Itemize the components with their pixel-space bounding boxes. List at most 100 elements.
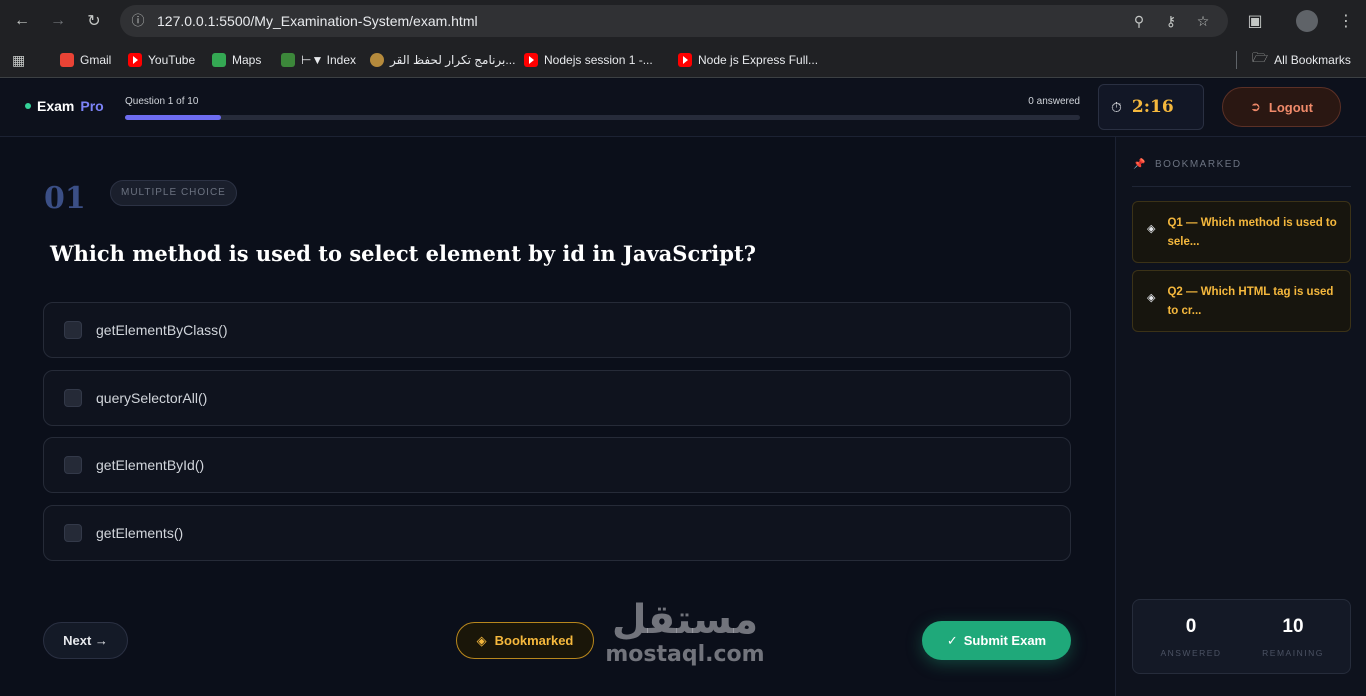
youtube-icon	[678, 53, 692, 67]
option-label: querySelectorAll()	[96, 389, 208, 406]
apps-icon[interactable]: ▦	[12, 50, 25, 70]
bookmark-card-q1[interactable]: ◈ Q1 — Which method is used to sele...	[1132, 201, 1351, 263]
bookmark-tag-icon: ◈	[1147, 223, 1156, 235]
forward-icon[interactable]: →	[46, 9, 70, 33]
logout-button[interactable]: ➲ Logout	[1222, 87, 1341, 127]
bookmark-node-express[interactable]: Node js Express Full...	[678, 50, 818, 70]
bookmark-tag-icon: ◈	[476, 632, 487, 648]
bookmark-youtube[interactable]: YouTube	[128, 50, 195, 70]
timer: ⏱ 2:16	[1098, 84, 1204, 130]
bookmark-label: Bookmarked	[494, 633, 574, 648]
pin-icon: 📌	[1133, 159, 1147, 170]
extensions-icon[interactable]: ▣	[1243, 9, 1267, 33]
bookmark-label: ⊢▼ Index	[301, 53, 357, 67]
bookmark-card-text: Q2 — Which HTML tag is used to cr...	[1167, 286, 1334, 317]
stat-remaining-value: 10	[1282, 616, 1304, 637]
options-list: getElementByClass() querySelectorAll() g…	[43, 302, 1071, 572]
option-3[interactable]: getElementById()	[43, 437, 1071, 493]
sidebar-divider	[1132, 186, 1351, 187]
bookmarks-sidebar: 📌 BOOKMARKED ◈ Q1 — Which method is used…	[1115, 137, 1366, 696]
watermark-latin: mostaql.com	[605, 642, 765, 667]
bookmark-label: Gmail	[80, 53, 112, 67]
all-bookmarks-button[interactable]: 🗁 All Bookmarks	[1252, 50, 1351, 70]
stats-panel: 0 ANSWERED 10 REMAINING	[1132, 599, 1351, 674]
bookmark-label: برنامج تكرار لحفظ القر...	[390, 53, 516, 67]
question-type-badge: MULTIPLE CHOICE	[110, 180, 237, 206]
reload-icon[interactable]: ↻	[82, 9, 106, 33]
logout-icon: ➲	[1250, 99, 1261, 114]
bookmark-button[interactable]: ◈ Bookmarked	[456, 622, 594, 659]
option-checkbox[interactable]	[64, 456, 82, 474]
bookmark-quran[interactable]: برنامج تكرار لحفظ القر...	[370, 50, 515, 70]
submit-label: Submit Exam	[963, 633, 1047, 648]
zoom-icon[interactable]: ⚲	[1130, 12, 1148, 30]
star-icon[interactable]: ☆	[1194, 12, 1212, 30]
bookmark-card-text: Q1 — Which method is used to sele...	[1167, 217, 1337, 248]
question-panel: 01 MULTIPLE CHOICE Which method is used …	[0, 137, 1115, 696]
bookmarks-divider	[1236, 51, 1237, 69]
question-number: 01	[44, 181, 86, 216]
url-text[interactable]: 127.0.0.1:5500/My_Examination-System/exa…	[157, 13, 478, 29]
option-label: getElementById()	[96, 457, 205, 473]
watermark: مستقل mostaql.com	[600, 597, 770, 667]
menu-icon[interactable]: ⋮	[1334, 9, 1358, 33]
option-label: getElements()	[96, 524, 184, 541]
sidebar-title: 📌 BOOKMARKED	[1133, 159, 1242, 170]
bookmark-label: Node js Express Full...	[698, 53, 819, 67]
address-bar[interactable]: ⓘ 127.0.0.1:5500/My_Examination-System/e…	[120, 5, 1228, 37]
answered-count-label: 0 answered	[1028, 96, 1080, 107]
app-header: Exam Pro Question 1 of 10 0 answered ⏱ 2…	[0, 79, 1366, 137]
stopwatch-icon: ⏱	[1111, 98, 1122, 115]
stat-answered-value: 0	[1185, 616, 1197, 637]
option-checkbox[interactable]	[64, 388, 82, 407]
bookmarks-bar: ▦ Gmail YouTube Maps ⊢▼ Index برنامج تكر…	[0, 42, 1366, 78]
youtube-icon	[128, 53, 142, 67]
option-checkbox[interactable]	[64, 321, 82, 339]
progress-label: Question 1 of 10	[125, 96, 199, 107]
back-icon[interactable]: ←	[10, 9, 34, 33]
submit-exam-button[interactable]: ✓ Submit Exam	[922, 621, 1071, 660]
option-1[interactable]: getElementByClass()	[43, 302, 1071, 358]
logout-label: Logout	[1268, 99, 1313, 115]
next-label: Next →	[63, 633, 108, 648]
progress-bar	[125, 115, 1080, 120]
check-icon: ✓	[946, 632, 958, 648]
gmail-icon	[60, 53, 74, 67]
brand-pro: Pro	[80, 98, 104, 114]
progress-fill	[125, 115, 221, 120]
option-4[interactable]: getElements()	[43, 504, 1071, 561]
quran-icon	[370, 53, 384, 67]
profile-avatar[interactable]	[1296, 10, 1318, 32]
node-icon	[281, 53, 295, 67]
stat-remaining-label: REMAINING	[1262, 648, 1324, 658]
site-info-icon[interactable]: ⓘ	[130, 13, 146, 29]
bookmark-nodejs-session[interactable]: Nodejs session 1 -...	[524, 50, 653, 70]
bookmark-maps[interactable]: Maps	[212, 50, 261, 70]
option-checkbox[interactable]	[64, 523, 82, 542]
brand-dot	[25, 103, 31, 109]
next-button[interactable]: Next →	[43, 622, 128, 659]
all-bookmarks-label: All Bookmarks	[1274, 53, 1351, 67]
timer-value: 2:16	[1131, 97, 1174, 117]
stat-remaining: 10 REMAINING	[1243, 616, 1343, 658]
question-text: Which method is used to select element b…	[50, 241, 756, 266]
bookmark-card-q2[interactable]: ◈ Q2 — Which HTML tag is used to cr...	[1132, 270, 1351, 332]
brand-logo: Exam Pro	[25, 98, 104, 114]
youtube-icon	[524, 53, 538, 67]
watermark-arabic: مستقل	[611, 597, 759, 643]
stat-answered-label: ANSWERED	[1160, 648, 1222, 658]
bookmark-gmail[interactable]: Gmail	[60, 50, 111, 70]
stat-answered: 0 ANSWERED	[1141, 616, 1241, 658]
browser-toolbar: ← → ↻ ⓘ 127.0.0.1:5500/My_Examination-Sy…	[0, 0, 1366, 42]
bookmark-label: Maps	[232, 53, 262, 67]
bookmark-label: YouTube	[148, 53, 196, 67]
key-icon[interactable]: ⚷	[1162, 12, 1180, 30]
bookmark-tag-icon: ◈	[1147, 292, 1156, 304]
option-label: getElementByClass()	[96, 322, 228, 338]
maps-icon	[212, 53, 226, 67]
brand-exam: Exam	[37, 98, 75, 114]
sidebar-title-text: BOOKMARKED	[1154, 159, 1242, 170]
folder-icon: 🗁	[1252, 50, 1269, 65]
bookmark-index[interactable]: ⊢▼ Index	[281, 50, 356, 70]
option-2[interactable]: querySelectorAll()	[43, 369, 1071, 426]
